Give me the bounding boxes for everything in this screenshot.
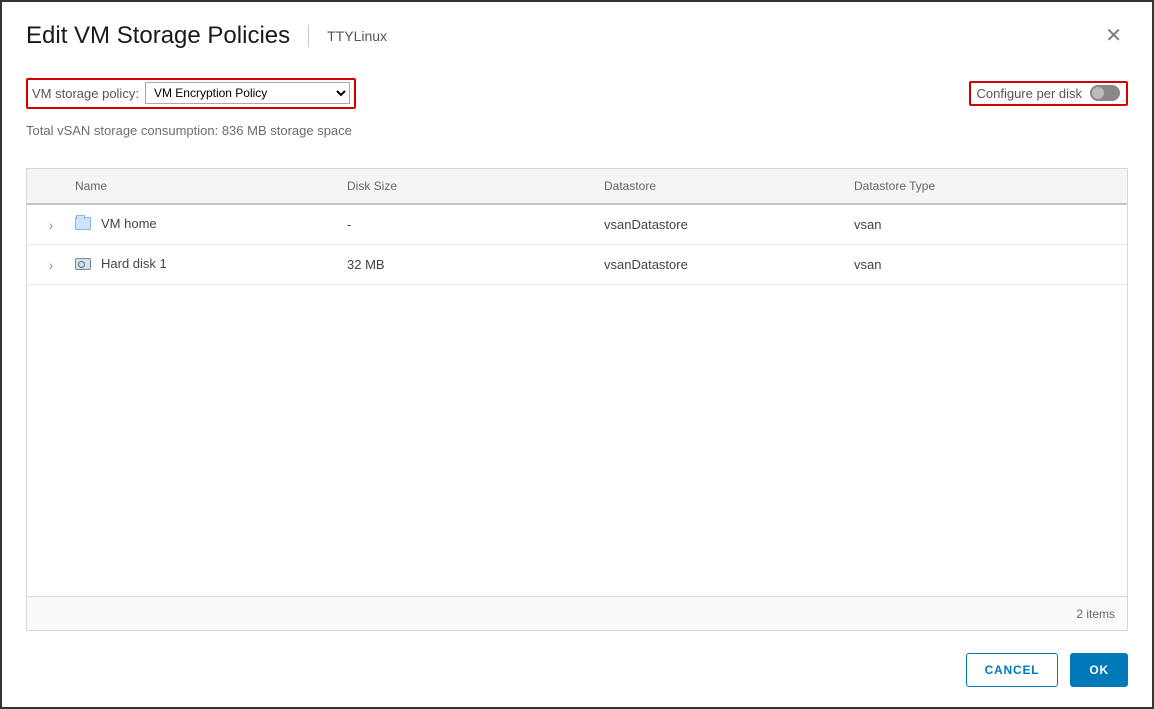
table-header: Name Disk Size Datastore Datastore Type (27, 169, 1127, 205)
controls-row: VM storage policy: VM Encryption Policy … (26, 78, 1128, 109)
table-row[interactable]: › VM home - vsanDatastore vsan (27, 205, 1127, 245)
col-datastore-type: Datastore Type (854, 179, 1127, 193)
configure-per-disk-toggle[interactable] (1090, 85, 1120, 101)
dialog-header: Edit VM Storage Policies TTYLinux ✕ (26, 22, 1128, 50)
item-count: 2 items (1076, 607, 1115, 621)
close-button[interactable]: ✕ (1099, 24, 1128, 48)
chevron-right-icon: › (49, 217, 54, 233)
row-name: VM home (101, 216, 157, 231)
disk-icon (75, 258, 91, 270)
cell-disk-size: - (347, 217, 604, 232)
cell-disk-size: 32 MB (347, 257, 604, 272)
vsan-consumption-text: Total vSAN storage consumption: 836 MB s… (26, 123, 1128, 138)
table-body: › VM home - vsanDatastore vsan › (27, 205, 1127, 596)
edit-vm-storage-policies-dialog: Edit VM Storage Policies TTYLinux ✕ VM s… (0, 0, 1154, 709)
policy-selector-highlight: VM storage policy: VM Encryption Policy (26, 78, 356, 109)
configure-per-disk-label: Configure per disk (977, 86, 1083, 101)
cell-name: Hard disk 1 (75, 256, 347, 273)
table-footer: 2 items (27, 596, 1127, 630)
col-datastore: Datastore (604, 179, 854, 193)
policy-label: VM storage policy: (32, 86, 139, 101)
vm-name: TTYLinux (327, 28, 387, 44)
chevron-right-icon: › (49, 257, 54, 273)
folder-icon (75, 217, 91, 230)
cell-datastore-type: vsan (854, 217, 1127, 232)
expand-toggle[interactable]: › (27, 257, 75, 273)
col-name: Name (75, 179, 347, 193)
expand-toggle[interactable]: › (27, 217, 75, 233)
dialog-title: Edit VM Storage Policies (26, 22, 290, 50)
cell-name: VM home (75, 216, 347, 233)
disk-table: Name Disk Size Datastore Datastore Type … (26, 168, 1128, 631)
cell-datastore: vsanDatastore (604, 217, 854, 232)
cell-datastore: vsanDatastore (604, 257, 854, 272)
vm-storage-policy-select[interactable]: VM Encryption Policy (145, 82, 350, 104)
row-name: Hard disk 1 (101, 256, 167, 271)
close-icon: ✕ (1105, 25, 1122, 47)
toggle-knob (1092, 87, 1104, 99)
cell-datastore-type: vsan (854, 257, 1127, 272)
divider (308, 25, 309, 47)
ok-button[interactable]: OK (1070, 653, 1128, 687)
dialog-actions: CANCEL OK (26, 631, 1128, 687)
table-row[interactable]: › Hard disk 1 32 MB vsanDatastore vsan (27, 245, 1127, 285)
col-size: Disk Size (347, 179, 604, 193)
cancel-button[interactable]: CANCEL (966, 653, 1059, 687)
configure-per-disk-highlight: Configure per disk (969, 81, 1129, 106)
